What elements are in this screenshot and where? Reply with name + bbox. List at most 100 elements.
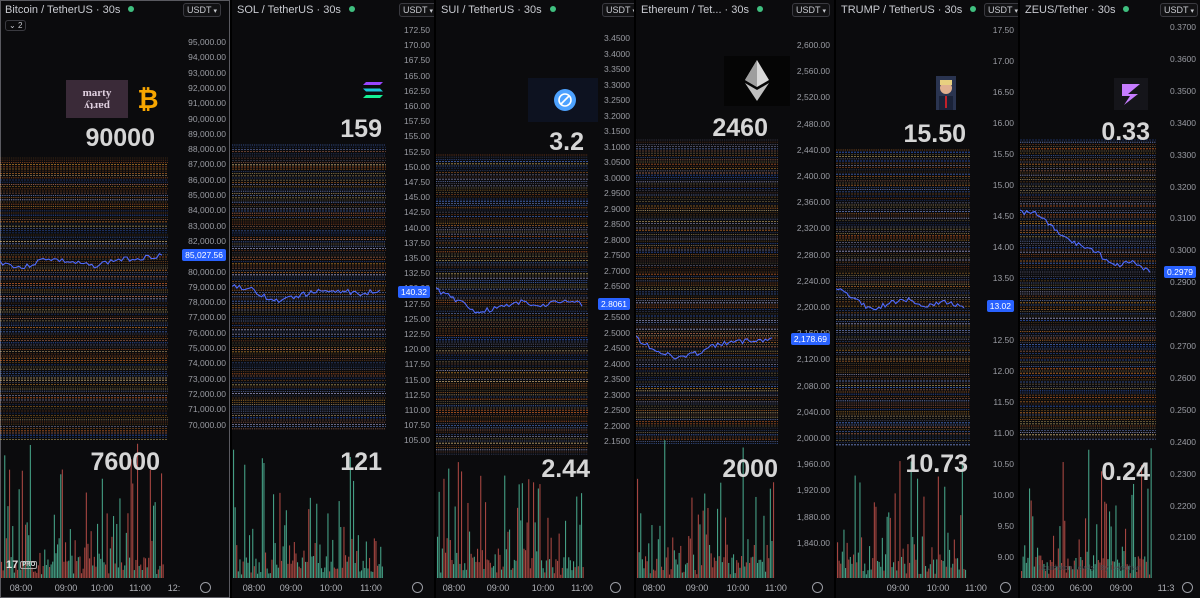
volume-bar [753,545,755,578]
price-tick-label: 0.2800 [1170,309,1196,320]
price-axis[interactable]: 0.3700 0.3600 0.3500 0.3400 0.3300 0.3200 0.31… [1156,0,1198,598]
volume-bar [116,523,118,578]
settings-icon[interactable] [610,582,621,593]
time-tick-label: 10:00 [531,583,555,593]
price-tick-label: 2.7000 [604,265,630,276]
price-axis[interactable]: 3.4500 3.4000 3.3500 3.3000 3.2500 3.2000 3.15… [588,0,632,598]
chart-panel-bitcoin[interactable]: Bitcoin / TetherUS · 30s ⌄ 2 USDT ▾ marty… [0,0,230,598]
upper-level-label: 159 [340,115,382,143]
volume-bar [912,536,914,578]
volume-bar [362,560,364,578]
solana-icon [362,80,384,105]
price-axis[interactable]: 172.50 170.00 167.50 165.00 162.50 160.00 157.… [386,0,432,598]
time-tick-label: 08:00 [9,583,33,593]
volume-bar [662,570,664,578]
volume-bar [108,573,110,578]
volume-bar [293,542,295,578]
settings-icon[interactable] [1182,582,1193,593]
volume-bar [377,565,379,578]
volume-bar [239,559,241,578]
volume-bar [745,562,747,578]
volume-bar [244,464,246,578]
price-tick-label: 93,000.00 [188,67,226,78]
chart-panel-ethereum[interactable]: Ethereum / Tet... · 30s USDT ▾ 2460 2000 … [636,0,834,598]
symbol-title[interactable]: Bitcoin / TetherUS · 30s [5,4,135,16]
volume-bar [726,544,728,578]
chart-panel-trump[interactable]: TRUMP / TetherUS · 30s USDT ▾ 15.50 10.73… [836,0,1018,598]
volume-bar [443,478,445,578]
symbol-title[interactable]: SOL / TetherUS · 30s [237,4,355,16]
price-tick-label: 2,120.00 [796,354,830,365]
price-tick-label: 10.00 [992,490,1014,500]
price-axis[interactable]: 95,000.00 94,000.00 93,000.00 92,000.00 91,0… [168,0,228,598]
price-tick-label: 2.4500 [604,343,630,353]
volume-bar [234,507,236,578]
volume-bar [694,569,696,578]
volume-bar [1022,556,1024,578]
current-price-tag: 85,027.56 [182,249,226,261]
volume-bar [893,562,895,578]
volume-bar [285,510,287,578]
volume-bar [713,557,715,578]
volume-bar [249,535,251,578]
price-tick-label: 2.4000 [604,358,630,369]
price-tick-label: 117.50 [404,359,430,370]
volume-bar [758,559,760,578]
volume-bar [132,483,134,578]
price-tick-label: 83,000.00 [188,220,226,231]
volume-bar [369,557,371,578]
price-axis[interactable]: 2,600.00 2,560.00 2,520.00 2,480.00 2,440.00… [778,0,832,598]
volume-bar [528,479,530,578]
settings-icon[interactable] [812,582,823,593]
volume-bar [729,574,731,578]
chart-panel-sui[interactable]: SUI / TetherUS · 30s USDT▾ 3.2 2.44 3.45… [436,0,634,598]
collapse-indicators-button[interactable]: ⌄ 2 [5,20,27,31]
volume-bar [365,541,367,578]
volume-bar [877,560,879,578]
price-tick-label: 14.50 [992,211,1014,221]
volume-bar [517,507,519,578]
chart-panel-sol[interactable]: SOL / TetherUS · 30s USDT ▾ 159 121 172.5… [232,0,434,598]
volume-bar [66,561,68,578]
volume-bar [356,550,358,578]
symbol-title[interactable]: Ethereum / Tet... · 30s [641,4,764,16]
volume-bar [1035,556,1037,578]
price-axis[interactable]: 17.50 17.00 16.50 16.00 15.50 15.00 14.50 14.00… [970,0,1016,598]
volume-bar [913,544,915,578]
volume-bar [81,573,83,578]
settings-icon[interactable] [412,582,423,593]
volume-bar [322,572,324,578]
volume-bar [557,560,559,578]
volume-bar [271,559,273,578]
volume-bar [661,566,663,578]
volume-bar [124,565,126,578]
volume-bar [153,505,155,578]
indicator-watermark: Liquidation Levels · By Leviathan [1038,565,1141,572]
volume-bar [472,557,474,578]
volume-bar [79,556,81,578]
zeus-icon [1114,78,1148,115]
tradingview-logo: 17 PRO [6,559,38,571]
volume-bar [265,552,267,578]
chart-panel-zeus[interactable]: ZEUS/Tether · 30s USDT ▾ 0.33 0.24 0.3700… [1020,0,1200,598]
volume-bar [470,553,472,578]
volume-bar [869,546,871,578]
volume-bar [571,570,573,578]
time-tick-label: 09:00 [685,583,709,593]
symbol-title[interactable]: SUI / TetherUS · 30s [441,4,556,16]
time-tick-label: 11:3 [1157,583,1175,593]
volume-bar [90,531,92,578]
settings-icon[interactable] [200,582,211,593]
volume-bar [646,561,648,578]
price-tick-label: 13.50 [992,273,1014,283]
volume-bar [260,572,262,578]
volume-bar [53,514,55,578]
symbol-title[interactable]: ZEUS/Tether · 30s [1025,4,1130,16]
symbol-title[interactable]: TRUMP / TetherUS · 30s [841,4,977,16]
volume-bar [378,564,380,578]
volume-bar [106,513,108,578]
settings-icon[interactable] [1000,582,1011,593]
price-tick-label: 2.5500 [604,312,630,322]
volume-bar [292,560,294,578]
market-open-icon [348,6,355,12]
